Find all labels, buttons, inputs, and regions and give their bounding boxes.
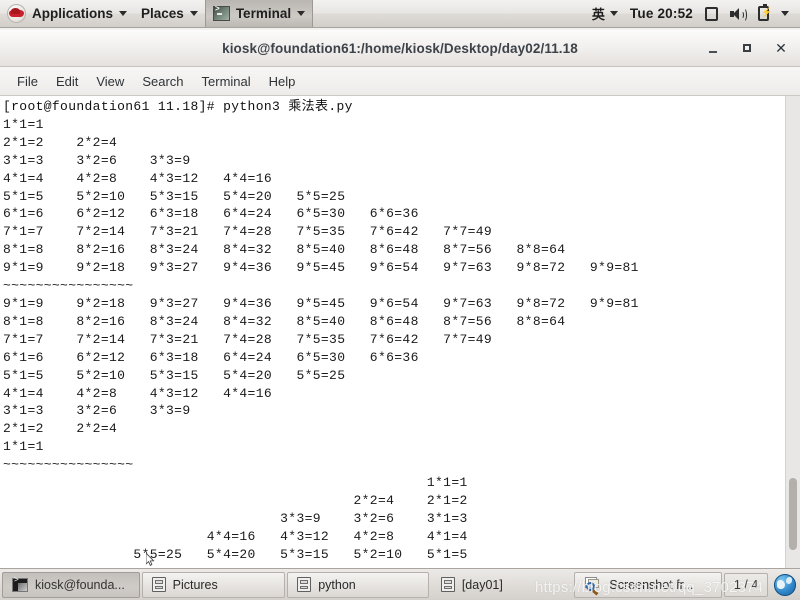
clock[interactable]: Tue 20:52 xyxy=(624,0,699,27)
taskbar-item-label: [day01] xyxy=(461,577,503,592)
taskbar-item-label: python xyxy=(318,577,356,592)
chevron-down-icon xyxy=(189,11,198,16)
window-controls: ✕ xyxy=(704,30,790,66)
active-window-menu[interactable]: Terminal xyxy=(204,0,314,27)
page-indicator[interactable]: 1 / 4 xyxy=(724,572,768,597)
menu-help[interactable]: Help xyxy=(260,71,305,92)
menu-edit[interactable]: Edit xyxy=(47,71,87,92)
battery-icon xyxy=(758,4,772,21)
taskbar-item-terminal[interactable]: kiosk@founda... xyxy=(2,571,140,598)
terminal-output[interactable]: [root@foundation61 11.18]# python3 乘法表.p… xyxy=(0,96,785,568)
display-icon xyxy=(705,6,718,21)
close-button[interactable]: ✕ xyxy=(772,39,790,57)
input-method-indicator[interactable]: 英 xyxy=(586,0,624,27)
maximize-button[interactable] xyxy=(738,39,756,57)
redhat-logo-icon xyxy=(7,4,26,23)
taskbar-item-label: Screenshot fr... xyxy=(609,577,694,592)
menu-view[interactable]: View xyxy=(87,71,133,92)
window-title-bar[interactable]: kiosk@foundation61:/home/kiosk/Desktop/d… xyxy=(0,30,800,67)
screenshot-icon xyxy=(584,576,602,595)
terminal-icon xyxy=(212,5,230,21)
minimize-button[interactable] xyxy=(704,39,722,57)
system-tray: 英 Tue 20:52 xyxy=(586,0,800,27)
chevron-down-icon xyxy=(609,11,618,16)
workspace-pager: 1 / 4 xyxy=(724,572,798,597)
terminal-window: kiosk@foundation61:/home/kiosk/Desktop/d… xyxy=(0,30,800,568)
menu-file[interactable]: File xyxy=(8,71,47,92)
system-menu-button[interactable] xyxy=(775,0,795,27)
desktop-screen: Applications Places Terminal 英 Tue 20:52 xyxy=(0,0,800,600)
places-menu-label: Places xyxy=(141,6,184,21)
display-settings-button[interactable] xyxy=(699,0,724,27)
scrollbar-thumb[interactable] xyxy=(789,478,797,550)
file-drawer-icon xyxy=(297,577,312,592)
active-window-label: Terminal xyxy=(235,6,292,21)
taskbar-item-pictures[interactable]: Pictures xyxy=(141,571,286,598)
input-method-label: 英 xyxy=(591,7,605,22)
chevron-down-icon xyxy=(297,11,306,16)
taskbar: kiosk@founda... Pictures python [day01] … xyxy=(0,568,800,600)
taskbar-item-screenshot[interactable]: Screenshot fr... xyxy=(574,571,722,598)
menu-search[interactable]: Search xyxy=(133,71,192,92)
taskbar-item-python[interactable]: python xyxy=(287,571,429,598)
places-menu[interactable]: Places xyxy=(134,0,205,27)
clock-label: Tue 20:52 xyxy=(629,6,693,21)
vertical-scrollbar[interactable] xyxy=(785,96,800,568)
taskbar-item-label: Pictures xyxy=(172,577,218,592)
terminal-icon xyxy=(12,576,28,592)
taskbar-item-day01[interactable]: [day01] xyxy=(431,572,573,598)
applications-menu[interactable]: Applications xyxy=(0,0,134,27)
chevron-down-icon xyxy=(119,11,128,16)
file-drawer-icon xyxy=(151,577,166,592)
applications-menu-label: Applications xyxy=(32,6,114,21)
menu-terminal[interactable]: Terminal xyxy=(193,71,260,92)
chevron-down-icon xyxy=(781,11,789,16)
window-title: kiosk@foundation61:/home/kiosk/Desktop/d… xyxy=(222,40,578,56)
volume-button[interactable] xyxy=(724,0,752,27)
battery-button[interactable] xyxy=(752,0,775,27)
terminal-body[interactable]: [root@foundation61 11.18]# python3 乘法表.p… xyxy=(0,96,800,568)
file-drawer-icon xyxy=(440,577,455,592)
menu-bar: File Edit View Search Terminal Help xyxy=(0,67,800,96)
taskbar-item-label: kiosk@founda... xyxy=(35,577,125,592)
workspace-globe-icon[interactable] xyxy=(774,573,796,596)
volume-icon xyxy=(730,7,747,22)
top-panel: Applications Places Terminal 英 Tue 20:52 xyxy=(0,0,800,28)
